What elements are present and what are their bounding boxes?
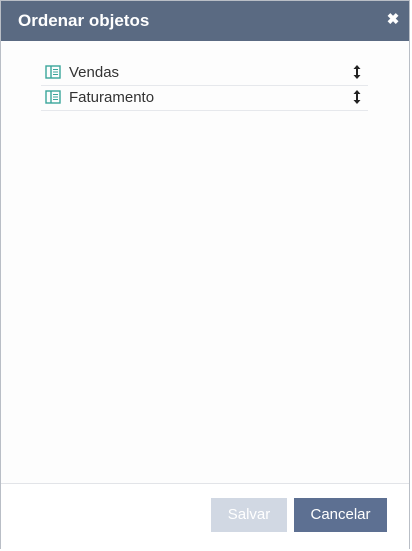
cancel-button[interactable]: Cancelar	[294, 498, 387, 532]
object-list: Vendas Faturamento	[41, 61, 368, 111]
dialog-footer: Salvar Cancelar	[1, 483, 409, 549]
list-item[interactable]: Vendas	[41, 61, 368, 86]
book-icon	[45, 90, 61, 104]
close-icon[interactable]: ✖	[386, 12, 400, 28]
book-icon	[45, 65, 61, 79]
list-item-label: Vendas	[69, 64, 120, 81]
vertical-arrows-icon[interactable]	[352, 89, 362, 105]
sort-objects-dialog: Ordenar objetos ✖ Vendas Faturamento Sal…	[0, 0, 410, 549]
vertical-arrows-icon[interactable]	[352, 64, 362, 80]
dialog-title: Ordenar objetos	[18, 11, 150, 30]
list-item-label: Faturamento	[69, 89, 155, 106]
dialog-header: Ordenar objetos ✖	[1, 1, 409, 41]
save-button[interactable]: Salvar	[211, 498, 287, 532]
list-item[interactable]: Faturamento	[41, 86, 368, 111]
